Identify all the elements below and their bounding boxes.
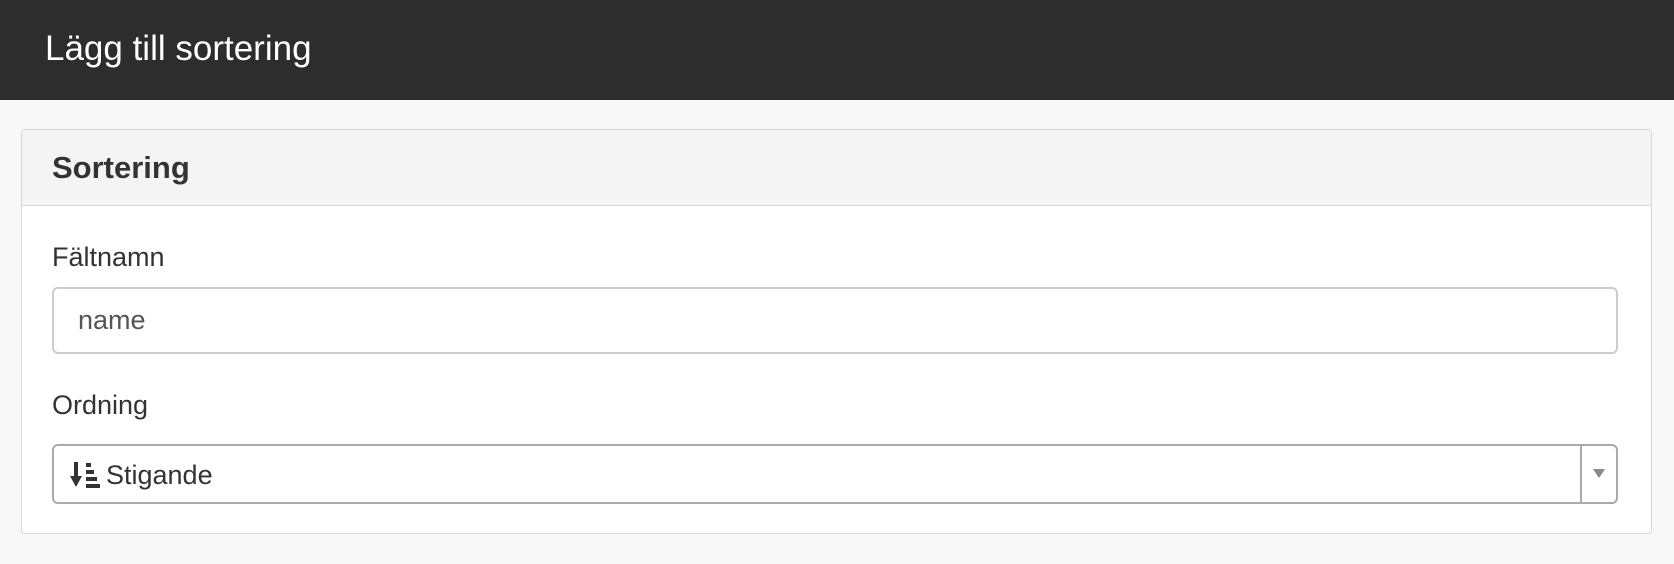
- order-label: Ordning: [52, 390, 149, 420]
- field-name-label: Fältnamn: [52, 242, 165, 272]
- sort-ascending-icon: [70, 462, 100, 488]
- sorting-panel: Sortering Fältnamn Ordning Stigande: [21, 129, 1652, 534]
- order-select[interactable]: Stigande: [52, 444, 1618, 504]
- order-select-toggle[interactable]: [1580, 446, 1616, 502]
- modal-header: Lägg till sortering: [0, 0, 1674, 100]
- panel-heading: Sortering: [22, 130, 1651, 206]
- panel-heading-title: Sortering: [52, 150, 190, 185]
- order-select-value: Stigande: [106, 460, 213, 490]
- modal-title: Lägg till sortering: [45, 29, 312, 68]
- chevron-down-icon: [1593, 469, 1605, 478]
- field-name-input[interactable]: [52, 287, 1618, 354]
